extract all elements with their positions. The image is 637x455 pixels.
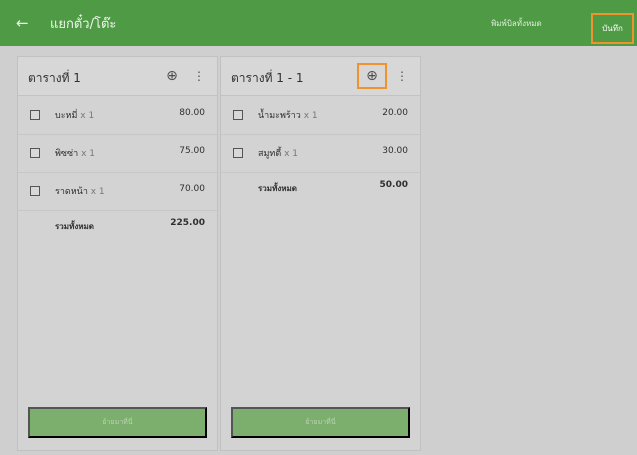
item-name: น้ำมะพร้าว	[258, 111, 301, 121]
panel-header: ตารางที่ 1 ⊕ ⋮	[18, 57, 217, 96]
item-name-label: น้ำมะพร้าว x 1	[258, 108, 318, 122]
table-panel-2: ตารางที่ 1 - 1 ⊕ ⋮ น้ำมะพร้าว x 1 20.00 …	[221, 57, 420, 450]
print-all-bills-button[interactable]: พิมพ์บิลทั้งหมด	[491, 17, 542, 30]
list-item[interactable]: สมูทตี้ x 1 30.00	[221, 135, 420, 173]
item-checkbox[interactable]	[30, 148, 40, 158]
back-arrow-icon[interactable]: ←	[16, 15, 32, 31]
item-name-label: พิซซ่า x 1	[55, 146, 95, 160]
item-name-label: สมูทตี้ x 1	[258, 146, 298, 160]
item-quantity: x 1	[90, 187, 105, 197]
total-value: 225.00	[170, 218, 205, 228]
more-vert-icon[interactable]: ⋮	[193, 67, 205, 85]
list-item[interactable]: บะหมี่ x 1 80.00	[18, 97, 217, 135]
move-here-button[interactable]: ย้ายมาที่นี่	[28, 407, 207, 438]
add-circle-icon[interactable]: ⊕	[161, 65, 183, 87]
item-quantity: x 1	[284, 149, 298, 159]
move-here-button[interactable]: ย้ายมาที่นี่	[231, 407, 410, 438]
table-title: ตารางที่ 1	[28, 71, 81, 85]
item-quantity: x 1	[303, 111, 318, 121]
item-name-label: ราดหน้า x 1	[55, 184, 105, 198]
list-item[interactable]: ราดหน้า x 1 70.00	[18, 173, 217, 211]
item-price: 80.00	[179, 108, 205, 118]
total-label: รวมทั้งหมด	[55, 222, 94, 231]
save-button[interactable]: บันทึก	[591, 13, 634, 44]
item-checkbox[interactable]	[233, 148, 243, 158]
item-list: น้ำมะพร้าว x 1 20.00 สมูทตี้ x 1 30.00 ร…	[221, 97, 420, 201]
total-row: รวมทั้งหมด 50.00	[221, 173, 420, 201]
add-circle-icon[interactable]: ⊕	[357, 63, 387, 89]
item-name: บะหมี่	[55, 111, 78, 121]
item-quantity: x 1	[81, 149, 95, 159]
item-price: 75.00	[179, 146, 205, 156]
item-list: บะหมี่ x 1 80.00 พิซซ่า x 1 75.00 ราดหน้…	[18, 97, 217, 239]
more-vert-icon[interactable]: ⋮	[396, 67, 408, 85]
panel-header: ตารางที่ 1 - 1 ⊕ ⋮	[221, 57, 420, 96]
table-title: ตารางที่ 1 - 1	[231, 71, 304, 85]
table-panel-1: ตารางที่ 1 ⊕ ⋮ บะหมี่ x 1 80.00 พิซซ่า x…	[18, 57, 217, 450]
list-item[interactable]: พิซซ่า x 1 75.00	[18, 135, 217, 173]
total-value: 50.00	[379, 180, 408, 190]
item-quantity: x 1	[80, 111, 95, 121]
item-price: 20.00	[382, 108, 408, 118]
total-row: รวมทั้งหมด 225.00	[18, 211, 217, 239]
page-title: แยกตั๋ว/โต๊ะ	[50, 16, 117, 32]
item-name-label: บะหมี่ x 1	[55, 108, 94, 122]
item-checkbox[interactable]	[30, 110, 40, 120]
item-price: 70.00	[179, 184, 205, 194]
item-checkbox[interactable]	[233, 110, 243, 120]
list-item[interactable]: น้ำมะพร้าว x 1 20.00	[221, 97, 420, 135]
total-label: รวมทั้งหมด	[258, 184, 297, 193]
app-bar: ← แยกตั๋ว/โต๊ะ พิมพ์บิลทั้งหมด บันทึก	[0, 0, 637, 46]
item-name: ราดหน้า	[55, 187, 88, 197]
item-checkbox[interactable]	[30, 186, 40, 196]
item-name: สมูทตี้	[258, 149, 282, 159]
item-price: 30.00	[382, 146, 408, 156]
item-name: พิซซ่า	[55, 149, 79, 159]
